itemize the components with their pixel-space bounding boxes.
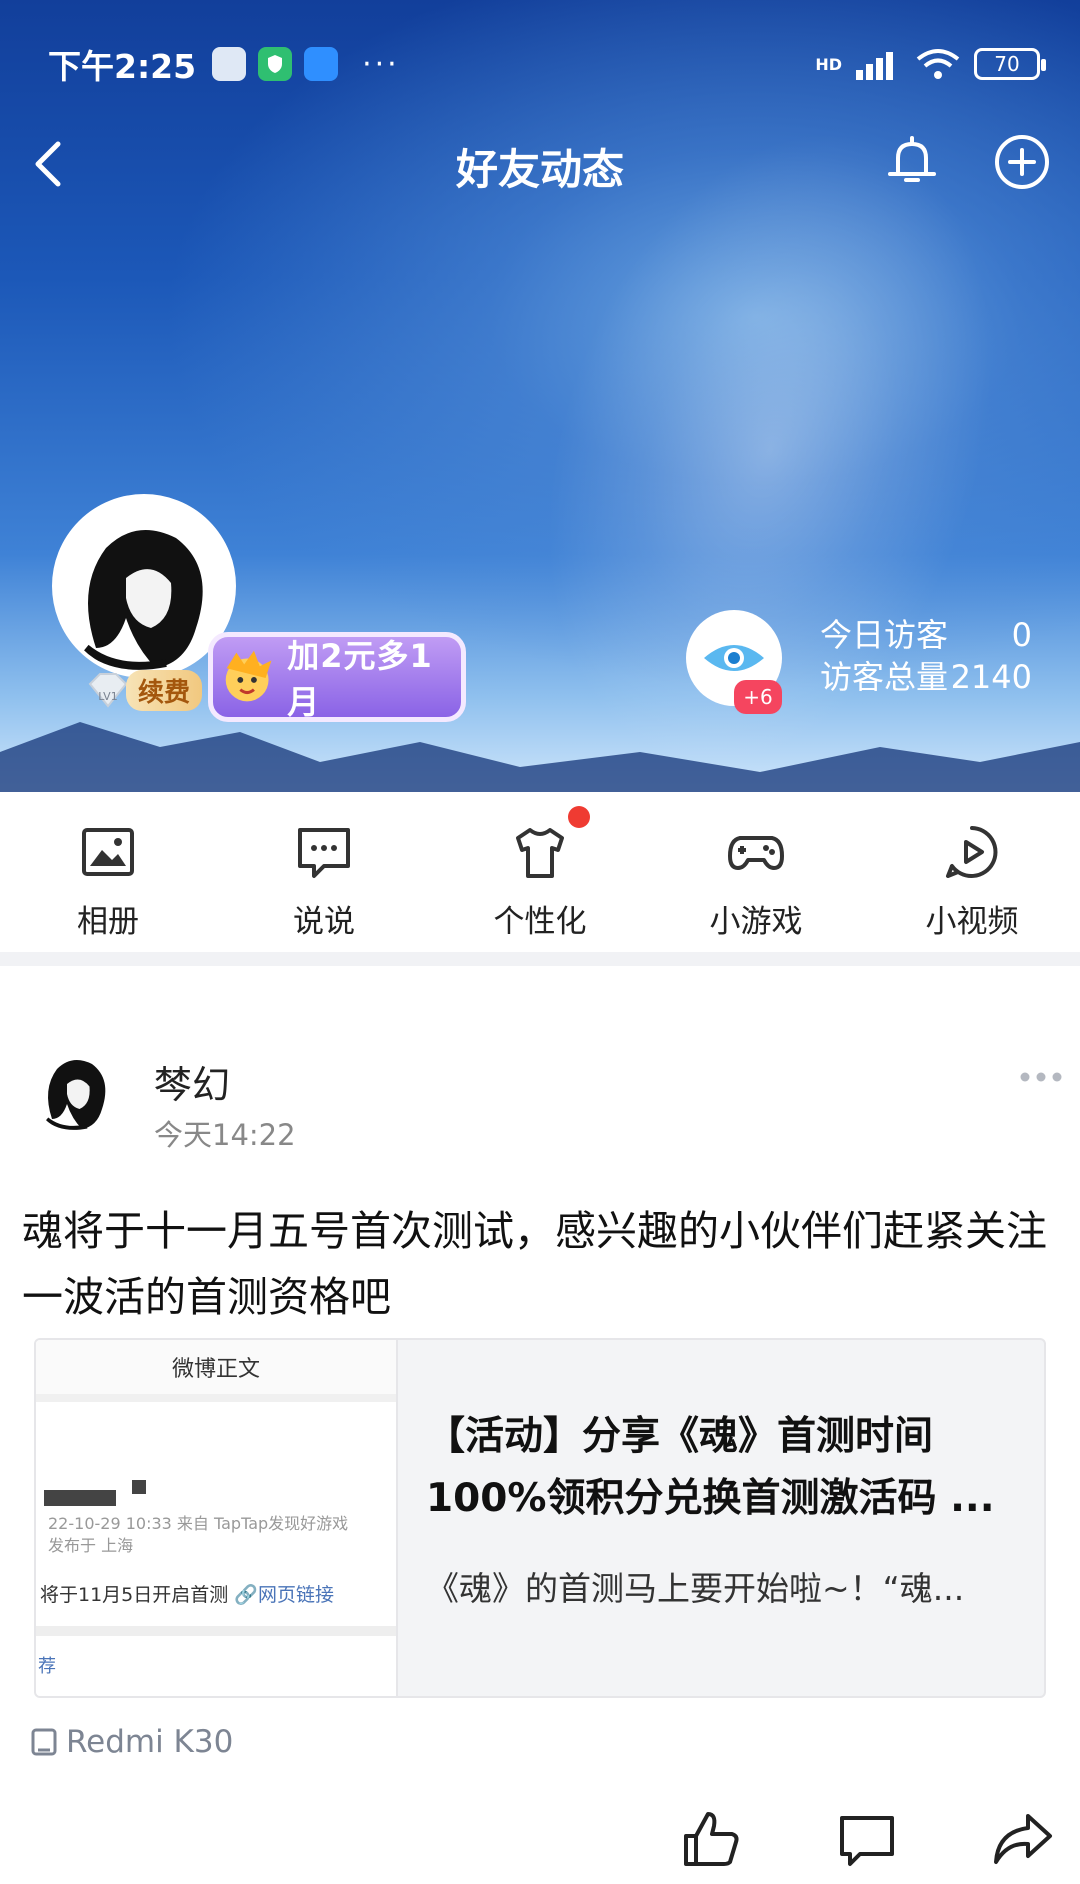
link-card-description: 《魂》的首测马上要开始啦~！“魂... [426,1569,965,1608]
action-moments[interactable]: 说说 [216,792,432,952]
visitor-new-badge: +6 [734,680,782,714]
photo-album-icon [82,828,134,876]
hd-label: HD [815,54,842,74]
total-visitors-value: 2140 [950,658,1032,696]
action-personalize[interactable]: 个性化 [432,792,648,952]
comment-icon[interactable] [836,1808,898,1870]
total-visitors-label: 访客总量 [820,658,949,696]
message-app-icon [304,47,339,81]
more-notifications-icon: ··· [362,46,400,82]
thumb-link-text: 🔗网页链接 [234,1584,334,1606]
level-badge[interactable]: LV1 续费 [84,668,204,712]
today-visitors-value: 0 [1011,616,1032,654]
share-arrow-icon[interactable] [992,1808,1054,1870]
quick-actions-bar: 相册 说说 个性化 小游戏 小视频 [0,792,1080,952]
blurred-mark [132,1480,146,1494]
avatar-illustration [83,530,203,670]
eye-icon [704,645,764,671]
thumb-meta-body: 将于11月5日开启首测 [40,1584,229,1606]
device-name: Redmi K30 [66,1724,234,1760]
renew-button[interactable]: 续费 [126,669,203,711]
section-divider [0,952,1080,966]
more-options-icon[interactable] [1018,1066,1064,1088]
post-author-name[interactable]: 棽幻 [154,1054,230,1109]
device-info: Redmi K30 [30,1724,233,1760]
action-label: 说说 [293,904,355,940]
action-label: 个性化 [493,904,587,940]
gamepad-icon [728,836,784,870]
link-card-title: 【活动】分享《魂》首测时间100%领积分兑换首测激活码 ... [426,1414,995,1521]
action-label: 小视频 [925,904,1019,940]
svg-text:LV1: LV1 [98,690,117,703]
battery-indicator: 70 [974,48,1046,80]
thumb-meta-text: 将于11月5日开启首测 🔗网页链接 [40,1580,334,1607]
phone-icon [31,1728,57,1756]
play-video-icon [946,826,998,878]
bell-icon[interactable] [880,130,944,194]
link-thumbnail: 微博正文 22-10-29 10:33 来自 TapTap发现好游戏 发布于 上… [36,1340,398,1696]
action-label: 小游戏 [709,904,803,940]
signal-icon [856,52,893,80]
today-visitors-label: 今日访客 [820,616,949,654]
mascot-icon [225,650,272,702]
vip-promo-text: 加2元多1月 [287,637,433,721]
tshirt-icon [516,828,564,878]
cloud-app-icon [212,47,247,81]
status-bar: 下午2:25 ··· HD 70 [48,40,1046,88]
blurred-username [44,1490,116,1506]
add-circle-icon[interactable] [990,130,1054,194]
chat-bubble-icon [298,828,350,878]
wifi-icon [916,49,960,79]
profile-cover: 下午2:25 ··· HD 70 好友动态 LV1 续费 加2元多1月 +6 今… [0,0,1080,792]
avatar-illustration [45,1060,106,1130]
thumb-recommend: 荐 [38,1656,56,1677]
thumb-band [36,1626,396,1636]
post-timestamp: 今天14:22 [154,1118,296,1152]
shield-app-icon [258,47,293,81]
thumb-meta-date: 22-10-29 10:33 来自 TapTap发现好游戏 [48,1514,349,1533]
action-shortvideo[interactable]: 小视频 [864,792,1080,952]
post-content: 魂将于十一月五号首次测试，感兴趣的小伙伴们赶紧关注一波活的首测资格吧 [22,1207,1047,1321]
shared-link-card[interactable]: 微博正文 22-10-29 10:33 来自 TapTap发现好游戏 发布于 上… [34,1338,1046,1698]
action-label: 相册 [77,904,139,940]
action-album[interactable]: 相册 [0,792,216,952]
status-time: 下午2:25 [48,47,197,86]
like-thumb-icon[interactable] [680,1808,742,1870]
diamond-level-icon: LV1 [88,673,128,708]
thumb-link-label: 网页链接 [257,1584,334,1606]
thumb-meta-location: 发布于 上海 [48,1536,134,1555]
thumb-header: 微博正文 [36,1340,396,1402]
visitor-stats[interactable]: 今日访客 0 访客总量 2140 [820,614,1032,698]
top-nav: 好友动态 [0,130,1080,200]
post-author-avatar[interactable] [32,1044,120,1132]
vip-promo-banner[interactable]: 加2元多1月 [208,632,466,722]
new-dot-badge [568,806,590,828]
action-minigames[interactable]: 小游戏 [648,792,864,952]
mountain-silhouette [0,722,1080,792]
post-action-bar [0,1800,1080,1884]
